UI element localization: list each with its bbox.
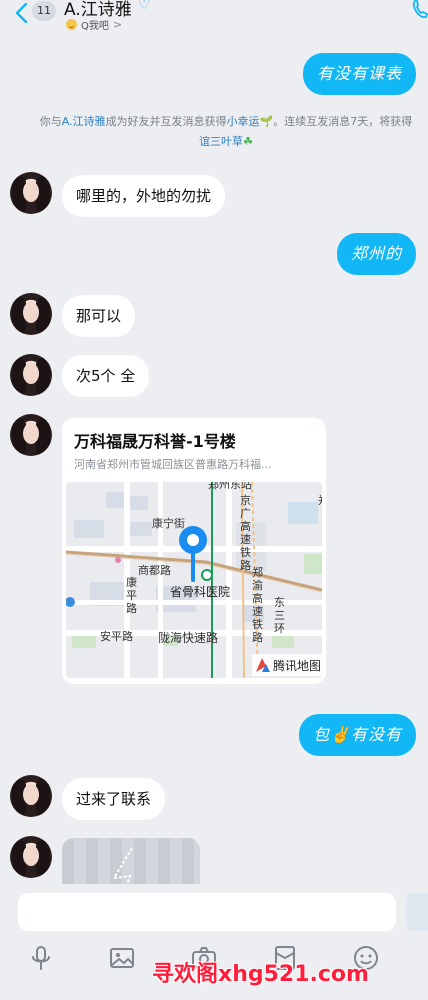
message-bubble-outgoing[interactable]: 有没有课表 [302, 53, 416, 95]
map-label-jinggang-1: 京 [240, 493, 251, 507]
notice-lucky-link[interactable]: 小幸运 [227, 115, 260, 128]
contact-avatar[interactable] [10, 354, 52, 396]
unread-count-badge[interactable]: 11 [32, 1, 56, 21]
map-label-jinggang-3: 高 [240, 519, 251, 533]
clover-icon: ☘ [243, 135, 253, 148]
site-watermark: 寻欢阁xhg521.com [152, 962, 369, 987]
message-bubble-outgoing[interactable]: 郑州的 [336, 233, 416, 275]
image-message-loading[interactable] [62, 838, 200, 888]
location-card[interactable]: 万科福晟万科誉-1号楼 河南省郑州市管城回族区普惠路万科福... 郑州东站 康宁… [62, 418, 326, 684]
chat-header: 11 A.江诗雅 ♡ Q我吧 > [0, 0, 428, 40]
map-label-zhengyu-5: 铁 [252, 618, 263, 631]
map-label-kangping-2: 平 [126, 589, 137, 602]
qzone-status[interactable]: Q我吧 > [66, 16, 122, 32]
microphone-icon[interactable] [27, 944, 55, 972]
message-bubble-incoming[interactable]: 次5个 全 [62, 355, 150, 397]
map-label-jinggang-6: 路 [240, 559, 251, 572]
map-label-top-road: 郑州东站 [208, 482, 252, 491]
phone-icon[interactable] [410, 0, 428, 20]
map-label-dongsan-1: 东 [274, 596, 285, 609]
map-label-jinggang-4: 速 [240, 533, 251, 546]
map-label-longhai: 陇海快速路 [158, 630, 218, 645]
contact-avatar[interactable] [10, 775, 52, 817]
map-label-kangping-1: 康 [126, 575, 137, 589]
notice-text: 成为好友并互发消息获得 [105, 115, 227, 128]
map-label-jinggang-2: 广 [240, 507, 251, 520]
map-label-anping: 安平路 [100, 629, 133, 643]
message-bubble-outgoing[interactable]: 包✌有没有 [299, 714, 416, 756]
map-label-jinggang-5: 铁 [240, 546, 251, 559]
notice-text: 你与 [39, 115, 62, 128]
map-label-hospital: 省骨科医院 [170, 585, 230, 599]
map-label-zhengyu-6: 路 [252, 631, 263, 644]
contact-avatar[interactable] [10, 414, 52, 456]
contact-avatar[interactable] [10, 836, 52, 878]
notice-text: 🌱。连续互发消息7天，将获得 [259, 115, 413, 128]
image-icon[interactable] [108, 944, 136, 972]
map-label-zhengyu-1: 郑 [252, 565, 263, 579]
lightning-icon [112, 847, 133, 888]
send-button[interactable] [406, 893, 428, 931]
map-label-zhengyu-4: 速 [252, 605, 263, 618]
message-bubble-incoming[interactable]: 那可以 [62, 295, 136, 337]
location-map[interactable]: 郑州东站 康宁街 商都路 省骨科医院 安平路 陇海快速路 郑 康 平 路 京 广… [66, 482, 322, 678]
message-bubble-incoming[interactable]: 过来了联系 [62, 778, 166, 820]
smile-emoji-icon [66, 18, 77, 30]
notice-contact-link[interactable]: A.江诗雅 [62, 115, 106, 128]
back-chevron-icon[interactable] [14, 2, 30, 24]
notice-clover-link[interactable]: 谊三叶草 [199, 135, 243, 148]
location-address: 河南省郑州市管城回族区普惠路万科福... [74, 458, 272, 471]
contact-avatar[interactable] [10, 293, 52, 335]
contact-avatar[interactable] [10, 172, 52, 214]
map-label-dongsan-3: 环 [274, 622, 285, 635]
qzone-label: Q我吧 [81, 20, 109, 32]
map-label-shangdu: 商都路 [138, 563, 171, 577]
message-input[interactable] [18, 893, 396, 931]
location-title: 万科福晟万科誉-1号楼 [74, 432, 236, 451]
system-notice: 你与A.江诗雅成为好友并互发消息获得小幸运🌱。连续互发消息7天，将获得 谊三叶草… [26, 112, 426, 152]
contact-name-mark: ♡ [138, 0, 151, 13]
chevron-right-icon: > [112, 17, 123, 31]
map-label-zhengyu-3: 高 [252, 591, 263, 605]
message-bubble-incoming[interactable]: 哪里的，外地的勿扰 [62, 175, 226, 217]
map-label-kangping-3: 路 [126, 602, 137, 615]
map-label-kangning: 康宁街 [152, 516, 185, 530]
map-label-zhengyu-2: 渝 [252, 578, 263, 592]
map-provider-label: 腾讯地图 [273, 658, 321, 673]
map-label-dongsan-2: 三 [274, 609, 285, 622]
map-label-edge: 郑 [318, 493, 322, 507]
